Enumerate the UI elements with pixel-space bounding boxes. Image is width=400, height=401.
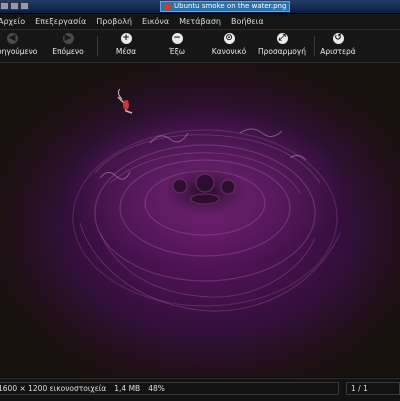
window-title: Ubuntu smoke on the water.png: [174, 2, 287, 10]
window-title-tab: Ubuntu smoke on the water.png: [160, 1, 291, 12]
page-indicator: 1 / 1: [346, 382, 400, 395]
zoom-fit-label: Προσαρμογή: [258, 47, 306, 56]
zoom-out-icon: −: [171, 33, 183, 44]
next-button[interactable]: ▶ Επόμενο: [48, 32, 88, 60]
image-canvas[interactable]: [0, 63, 400, 377]
menu-bar: Αρχείο Επεξεργασία Προβολή Εικόνα Μετάβα…: [0, 14, 400, 30]
zoom-normal-label: Κανονικό: [211, 47, 247, 56]
rotate-left-icon: ↺: [332, 33, 344, 44]
window-menu-button[interactable]: [0, 2, 9, 10]
zoom-normal-button[interactable]: ⊙ Κανονικό: [205, 32, 253, 60]
zoom-out-button[interactable]: − Έξω: [157, 32, 197, 60]
zoom-in-label: Μέσα: [115, 47, 137, 56]
back-arrow-icon: ◀: [6, 33, 18, 44]
minimize-button[interactable]: [10, 2, 19, 10]
maximize-button[interactable]: [20, 2, 29, 10]
image-dimensions: 1600 × 1200 εικονοστοιχεία: [0, 384, 107, 393]
zoom-fit-icon: ⤢: [276, 33, 288, 44]
menu-go[interactable]: Μετάβαση: [179, 17, 221, 26]
menu-edit[interactable]: Επεξεργασία: [35, 17, 86, 26]
wallpaper-image: [65, 88, 345, 312]
forward-arrow-icon: ▶: [62, 33, 74, 44]
zoom-fit-button[interactable]: ⤢ Προσαρμογή: [255, 32, 309, 60]
image-viewer-app-icon: [164, 3, 171, 10]
previous-label: Προηγούμενο: [0, 47, 38, 56]
next-label: Επόμενο: [52, 47, 84, 56]
toolbar-separator: [97, 36, 98, 56]
rotate-left-button[interactable]: ↺ Αριστερά: [318, 32, 358, 60]
toolbar: ◀ Προηγούμενο ▶ Επόμενο + Μέσα − Έξω ⊙ Κ…: [0, 30, 400, 63]
fairy-figure: [117, 88, 133, 114]
zoom-normal-icon: ⊙: [223, 33, 235, 44]
menu-file[interactable]: Αρχείο: [0, 17, 25, 26]
window-controls: [0, 2, 29, 10]
zoom-out-label: Έξω: [168, 47, 186, 56]
previous-button[interactable]: ◀ Προηγούμενο: [0, 32, 44, 60]
zoom-in-button[interactable]: + Μέσα: [106, 32, 146, 60]
menu-help[interactable]: Βοήθεια: [231, 17, 264, 26]
zoom-level: 48%: [148, 384, 165, 393]
image-info: 1600 × 1200 εικονοστοιχεία 1,4 MB 48%: [0, 382, 339, 395]
menu-image[interactable]: Εικόνα: [142, 17, 169, 26]
zoom-in-icon: +: [120, 33, 132, 44]
image-file-size: 1,4 MB: [114, 384, 141, 393]
title-bar: Ubuntu smoke on the water.png: [0, 0, 400, 14]
status-bar: 1600 × 1200 εικονοστοιχεία 1,4 MB 48% 1 …: [0, 378, 400, 401]
toolbar-separator: [314, 36, 315, 56]
menu-view[interactable]: Προβολή: [96, 17, 132, 26]
rotate-left-label: Αριστερά: [320, 47, 356, 56]
